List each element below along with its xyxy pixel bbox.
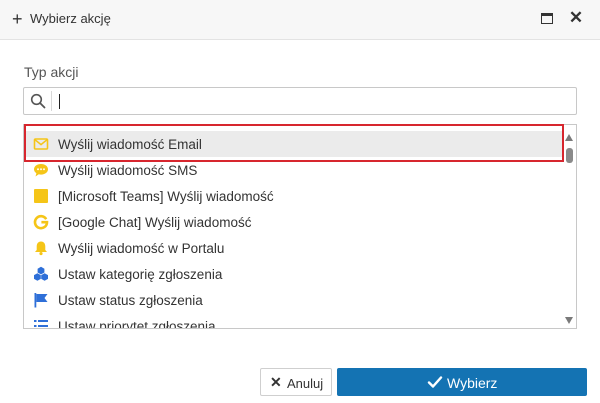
choose-button-label: Wybierz — [447, 375, 498, 391]
choose-button[interactable]: Wybierz — [337, 368, 587, 396]
choose-action-dialog: + Wybierz akcję ✕ Typ akcji Wyślij wiado… — [0, 0, 600, 403]
envelope-icon — [33, 138, 49, 150]
scroll-up-arrow-icon[interactable] — [565, 134, 573, 141]
maximize-icon[interactable] — [541, 13, 553, 24]
close-icon: ✕ — [270, 374, 282, 390]
action-search-box — [23, 87, 577, 115]
bell-icon — [35, 241, 47, 256]
list-item-label: Wyślij wiadomość Email — [58, 137, 202, 152]
list-item-label: Ustaw priorytet zgłoszenia — [58, 319, 216, 329]
sms-bubble-icon — [34, 164, 48, 177]
dialog-title: Wybierz akcję — [30, 11, 111, 26]
list-item[interactable]: Ustaw priorytet zgłoszenia — [24, 313, 562, 329]
cancel-button-label: Anuluj — [287, 376, 324, 391]
text-caret — [59, 94, 60, 109]
teams-square-icon — [34, 189, 48, 203]
list-item-label: Wyślij wiadomość SMS — [58, 163, 198, 178]
plus-icon: + — [12, 9, 23, 29]
dialog-header: + Wybierz akcję ✕ — [0, 0, 600, 40]
cubes-icon — [34, 266, 48, 281]
list-item[interactable]: Wyślij wiadomość SMS — [24, 157, 562, 183]
list-item[interactable]: [Google Chat] Wyślij wiadomość — [24, 209, 562, 235]
scroll-down-arrow-icon[interactable] — [565, 317, 573, 324]
list-item[interactable]: Wyślij wiadomość w Portalu — [24, 235, 562, 261]
list-item[interactable]: [Microsoft Teams] Wyślij wiadomość — [24, 183, 562, 209]
check-icon — [427, 376, 443, 388]
list-item[interactable]: Ustaw kategorię zgłoszenia — [24, 261, 562, 287]
google-g-icon — [33, 214, 49, 230]
search-icon — [30, 93, 46, 109]
list-item[interactable]: Wyślij wiadomość Email — [24, 131, 562, 157]
list-item[interactable]: Ustaw status zgłoszenia — [24, 287, 562, 313]
action-list: Wyślij wiadomość Email Wyślij wiadomość … — [23, 124, 577, 329]
priority-list-icon — [34, 320, 48, 327]
flag-icon — [34, 293, 48, 308]
list-scrollbar[interactable] — [562, 125, 576, 328]
close-icon[interactable]: ✕ — [568, 8, 584, 28]
list-item-label: Wyślij wiadomość w Portalu — [58, 241, 225, 256]
search-separator — [51, 91, 52, 111]
list-item-label: [Microsoft Teams] Wyślij wiadomość — [58, 189, 274, 204]
action-search-input[interactable] — [54, 90, 572, 112]
list-item-label: Ustaw kategorię zgłoszenia — [58, 267, 223, 282]
list-item-label: Ustaw status zgłoszenia — [58, 293, 203, 308]
list-item-label: [Google Chat] Wyślij wiadomość — [58, 215, 252, 230]
action-type-label: Typ akcji — [24, 64, 79, 80]
scrollbar-thumb[interactable] — [566, 148, 573, 163]
cancel-button[interactable]: ✕ Anuluj — [260, 368, 332, 396]
